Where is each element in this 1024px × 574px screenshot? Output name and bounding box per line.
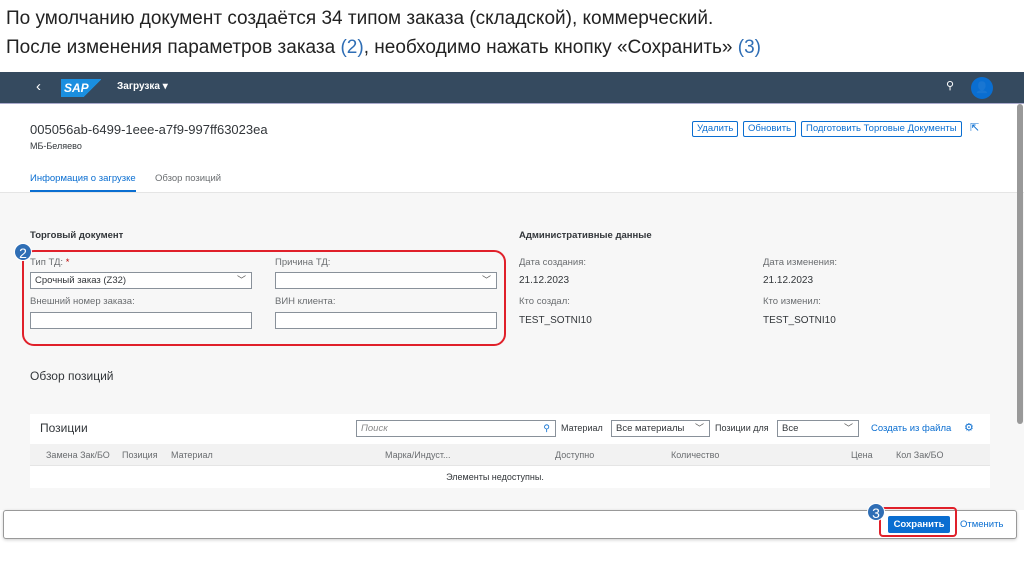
chevron-down-icon: ﹀ [481, 275, 491, 285]
vin-label: ВИН клиента: [275, 296, 336, 307]
creator: TEST_SOTNI10 [519, 315, 592, 326]
caption-ref-3: (3) [737, 37, 762, 58]
admin-heading: Административные данные [519, 230, 652, 241]
empty-table-message: Элементы недоступны. [446, 472, 544, 482]
prepare-docs-button[interactable]: Подготовить Торговые Документы [801, 121, 962, 137]
table-title: Позиции [40, 421, 88, 435]
positions-for-select[interactable]: Все ﹀ [777, 420, 859, 437]
reason-select[interactable]: ﹀ [275, 272, 497, 289]
caption-text: , необходимо нажать кнопку «Сохранить» [363, 37, 738, 58]
type-label: Тип ТД: * [30, 257, 69, 268]
user-avatar[interactable]: 👤 [971, 77, 993, 99]
caption-line-1: По умолчанию документ создаётся 34 типом… [6, 8, 714, 29]
select-value: Все материалы [616, 423, 685, 434]
ext-number-input[interactable] [30, 312, 252, 329]
positions-section-title: Обзор позиций [30, 369, 114, 383]
changer: TEST_SOTNI10 [763, 315, 836, 326]
search-icon[interactable]: ⚲ [946, 79, 954, 92]
tab-positions[interactable]: Обзор позиций [155, 173, 221, 184]
changer-label: Кто изменил: [763, 296, 821, 307]
select-value: Срочный заказ (Z32) [35, 275, 127, 286]
shell-bar: ‹ SAP Загрузка ▾ ⚲ 👤 [0, 72, 1024, 104]
required-marker: * [65, 257, 70, 268]
step-badge-3: 3 [867, 503, 885, 521]
created-date-label: Дата создания: [519, 257, 587, 268]
sap-logo[interactable]: SAP [61, 79, 101, 97]
search-icon[interactable]: ⚲ [543, 421, 550, 436]
save-button[interactable]: Сохранить [888, 516, 950, 533]
page-title: 005056ab-6499-1eee-a7f9-997ff63023ea [30, 122, 268, 137]
chevron-down-icon: ﹀ [236, 275, 246, 285]
trade-doc-heading: Торговый документ [30, 230, 124, 241]
col-order-qty: Кол Зак/БО [896, 450, 944, 460]
changed-date-label: Дата изменения: [763, 257, 838, 268]
chevron-down-icon: ﹀ [694, 423, 704, 433]
col-material: Материал [171, 450, 213, 460]
vin-input[interactable] [275, 312, 497, 329]
settings-icon[interactable]: ⚙ [964, 421, 974, 434]
col-available: Доступно [555, 450, 595, 460]
caption-ref-2: (2) [340, 37, 364, 58]
material-select[interactable]: Все материалы ﹀ [611, 420, 710, 437]
ext-number-label: Внешний номер заказа: [30, 296, 135, 307]
caption-text: После изменения параметров заказа [6, 37, 341, 58]
cancel-button[interactable]: Отменить [960, 519, 1003, 530]
created-date: 21.12.2023 [519, 275, 570, 286]
app-title-menu[interactable]: Загрузка ▾ [117, 81, 168, 92]
caption-line-2: После изменения параметров заказа (2), н… [6, 35, 761, 61]
create-from-file-link[interactable]: Создать из файла [871, 423, 951, 434]
delete-button[interactable]: Удалить [692, 121, 739, 137]
search-input[interactable]: Поиск ⚲ [356, 420, 556, 437]
scrollbar[interactable] [1017, 104, 1023, 424]
chevron-down-icon: ﹀ [843, 423, 853, 433]
page-subtitle: МБ-Беляево [30, 141, 82, 151]
positions-for-label: Позиции для [715, 423, 769, 433]
tab-load-info[interactable]: Информация о загрузке [30, 173, 136, 192]
back-icon[interactable]: ‹ [36, 78, 41, 95]
share-icon[interactable]: ⇱ [970, 121, 979, 134]
col-price: Цена [851, 450, 873, 460]
label-text: Тип ТД: [30, 257, 64, 268]
col-brand: Марка/Индуст... [385, 450, 451, 460]
footer-bar [3, 510, 1017, 539]
creator-label: Кто создал: [519, 296, 570, 307]
refresh-button[interactable]: Обновить [743, 121, 797, 137]
select-value: Все [782, 423, 799, 434]
search-placeholder: Поиск [361, 423, 388, 434]
col-position: Позиция [122, 450, 158, 460]
col-replacement: Замена Зак/БО [46, 450, 110, 460]
material-label: Материал [561, 423, 603, 433]
reason-label: Причина ТД: [275, 257, 331, 268]
col-quantity: Количество [671, 450, 720, 460]
changed-date: 21.12.2023 [763, 275, 814, 286]
type-select[interactable]: Срочный заказ (Z32) ﹀ [30, 272, 252, 289]
